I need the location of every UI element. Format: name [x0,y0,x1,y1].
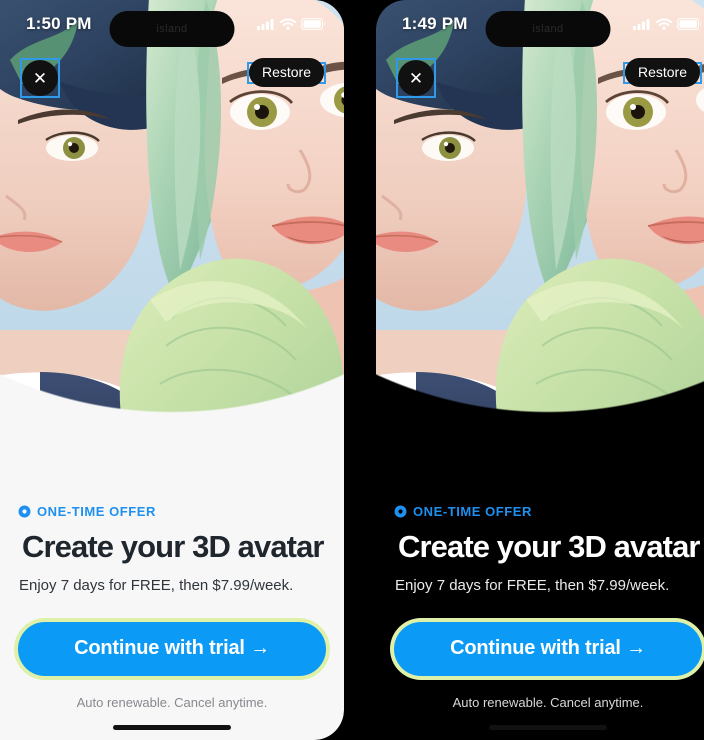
home-indicator[interactable] [113,725,231,730]
phone-preview-light: 1:50 PM island ✕ Restore ONE-TIME OFFER … [0,0,344,740]
restore-button-label: Restore [624,58,700,87]
restore-button[interactable]: Restore [246,58,326,87]
comparison-stage: 1:50 PM island ✕ Restore ONE-TIME OFFER … [0,0,704,740]
clock-badge-icon [18,505,31,518]
page-title: Create your 3D avatar [398,529,700,564]
offer-badge: ONE-TIME OFFER [18,504,326,519]
close-button[interactable]: ✕ [20,58,60,98]
subscription-fineprint: Auto renewable. Cancel anytime. [452,695,644,710]
cta-container: Continue with trial → [18,622,326,676]
offer-badge-label: ONE-TIME OFFER [413,504,532,519]
paywall-content-light: ONE-TIME OFFER Create your 3D avatar Enj… [0,480,344,740]
panel-divider [344,0,360,740]
close-icon: ✕ [398,60,434,96]
restore-button[interactable]: Restore [622,58,702,87]
clock-badge-icon [394,505,407,518]
price-subtitle: Enjoy 7 days for FREE, then $7.99/week. [395,577,670,594]
offer-badge-label: ONE-TIME OFFER [37,504,156,519]
continue-with-trial-button[interactable]: Continue with trial → [18,622,326,676]
close-button[interactable]: ✕ [396,58,436,98]
offer-badge: ONE-TIME OFFER [394,504,702,519]
home-indicator[interactable] [489,725,607,730]
phone-preview-dark: 1:49 PM island ✕ Restore ONE-TIME OFFER … [376,0,704,740]
paywall-content-dark: ONE-TIME OFFER Create your 3D avatar Enj… [376,480,704,740]
close-icon: ✕ [22,60,58,96]
continue-with-trial-button[interactable]: Continue with trial → [394,622,702,676]
restore-button-label: Restore [248,58,324,87]
page-title: Create your 3D avatar [22,529,324,564]
price-subtitle: Enjoy 7 days for FREE, then $7.99/week. [19,577,294,594]
cta-container: Continue with trial → [394,622,702,676]
subscription-fineprint: Auto renewable. Cancel anytime. [76,695,268,710]
